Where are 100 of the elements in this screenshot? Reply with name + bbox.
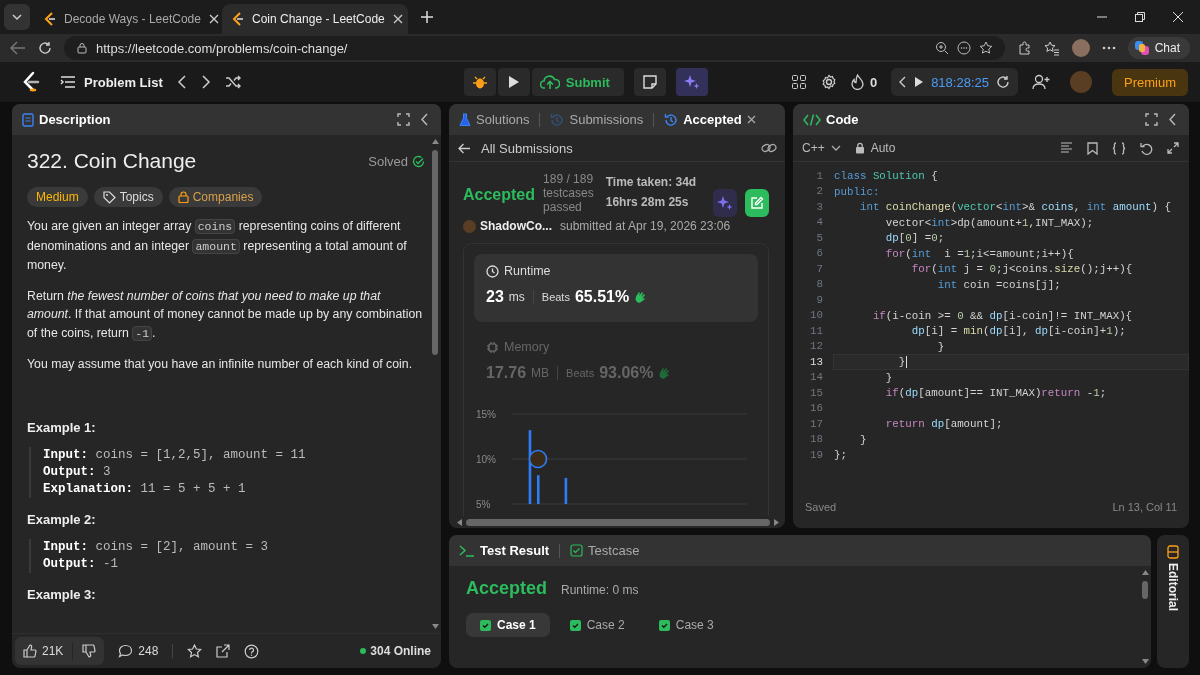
collapse-icon[interactable]	[1168, 113, 1177, 126]
close-icon[interactable]	[392, 14, 403, 24]
zoom-icon[interactable]	[934, 41, 949, 55]
metric-card[interactable]: Runtime 23 ms Beats 65.51%	[474, 254, 758, 322]
star-icon[interactable]	[978, 41, 993, 55]
code-line[interactable]: class Solution {	[833, 168, 1189, 184]
submit-button[interactable]: Submit	[531, 68, 624, 96]
code-line[interactable]: if(i-coin >= 0 && dp[i-coin]!= INT_MAX){	[833, 307, 1189, 323]
scrollbar-thumb[interactable]	[1142, 581, 1148, 599]
back-icon[interactable]	[10, 41, 26, 55]
panel-tab[interactable]: Description	[22, 112, 111, 127]
browser-tab[interactable]: Decode Ways - LeetCode	[34, 4, 220, 34]
edit-button[interactable]	[745, 189, 769, 217]
code-line[interactable]: if(dp[amount]== INT_MAX)return -1;	[833, 385, 1189, 401]
menu-icon[interactable]	[1101, 46, 1116, 50]
arrow-right-icon[interactable]	[774, 518, 779, 526]
code-line[interactable]: int coinChange(vector<int>& coins, int amount) {	[833, 199, 1189, 215]
code-line[interactable]: };	[833, 447, 1189, 463]
code-line[interactable]: }	[833, 369, 1189, 385]
puzzle-icon[interactable]	[1016, 40, 1032, 56]
profile-avatar[interactable]	[1071, 39, 1090, 57]
fullscreen-icon[interactable]	[397, 113, 410, 126]
chevron-right-icon[interactable]	[200, 75, 211, 89]
layout-icon[interactable]	[790, 74, 807, 90]
code-line[interactable]: int coin =coins[j];	[833, 276, 1189, 292]
format-icon[interactable]	[1060, 142, 1073, 154]
arrow-up-icon[interactable]	[431, 139, 439, 144]
tab-list-button[interactable]	[4, 4, 30, 30]
code-line[interactable]: dp[0] =0;	[833, 230, 1189, 246]
code-line[interactable]: for(int i =1;i<=amount;i++){	[833, 245, 1189, 261]
arrow-down-icon[interactable]	[1141, 659, 1149, 664]
case-tab[interactable]: Case 3	[644, 613, 728, 637]
auto-mode-toggle[interactable]: Auto	[854, 141, 896, 155]
code-line[interactable]: public:	[833, 183, 1189, 199]
favorites-icon[interactable]	[1043, 40, 1060, 56]
reset-icon[interactable]	[996, 75, 1010, 89]
collapse-icon[interactable]	[420, 113, 429, 126]
logo-icon[interactable]	[22, 71, 40, 93]
panel-tab[interactable]: Test Result	[459, 543, 550, 558]
chevron-left-icon[interactable]	[899, 76, 908, 88]
code-line[interactable]: vector<int>dp(amount+1,INT_MAX);	[833, 214, 1189, 230]
like-dislike-control[interactable]: 21K	[15, 637, 105, 665]
scrollbar-thumb[interactable]	[432, 150, 438, 355]
streak-counter[interactable]: 0	[850, 74, 878, 90]
braces-icon[interactable]	[1112, 141, 1126, 155]
add-friend-icon[interactable]	[1032, 74, 1050, 90]
panel-tab[interactable]: Submissions	[550, 112, 644, 127]
code-line[interactable]: for(int j = 0;j<coins.size();j++){	[833, 261, 1189, 277]
run-button[interactable]	[497, 68, 530, 96]
shuffle-icon[interactable]	[224, 75, 241, 89]
help-icon[interactable]	[244, 643, 260, 659]
note-button[interactable]	[633, 68, 666, 96]
bookmark-icon[interactable]	[1087, 141, 1098, 155]
debug-button[interactable]	[463, 68, 496, 96]
arrow-up-icon[interactable]	[1141, 570, 1149, 575]
scrollbar-thumb[interactable]	[466, 518, 770, 526]
code-line[interactable]: }	[833, 431, 1189, 447]
code-line[interactable]: }	[833, 338, 1189, 354]
language-dropdown[interactable]: C++	[802, 141, 841, 155]
panel-tab[interactable]: Accepted	[664, 112, 756, 127]
code-line[interactable]: dp[i] = min(dp[i], dp[i-coin]+1);	[833, 323, 1189, 339]
arrow-down-icon[interactable]	[431, 624, 439, 629]
chat-button[interactable]: Chat	[1127, 37, 1190, 59]
ai-analyze-button[interactable]	[713, 189, 738, 217]
premium-button[interactable]: Premium	[1112, 68, 1188, 96]
browser-tab[interactable]: Coin Change - LeetCode	[222, 4, 408, 34]
fullscreen-icon[interactable]	[1145, 113, 1158, 126]
expand-icon[interactable]	[1167, 142, 1179, 154]
star-icon[interactable]	[187, 643, 203, 659]
all-submissions-link[interactable]: All Submissions	[458, 140, 573, 156]
settings-icon[interactable]	[820, 74, 837, 90]
panel-tab[interactable]: Solutions	[459, 112, 530, 127]
new-tab-icon[interactable]	[420, 10, 434, 24]
address-bar[interactable]: https://leetcode.com/problems/coin-change/	[64, 36, 1005, 60]
problem-list-button[interactable]: Problem List	[60, 74, 163, 90]
code-line[interactable]: return dp[amount];	[833, 416, 1189, 432]
thumbs-down-icon[interactable]	[82, 644, 97, 658]
username[interactable]: ShadowCo...	[480, 219, 552, 233]
editorial-tab[interactable]: Editorial	[1157, 535, 1189, 668]
case-tab[interactable]: Case 1	[466, 613, 550, 637]
tag-button[interactable]: Topics	[93, 187, 163, 207]
close-icon[interactable]	[208, 14, 219, 24]
close-icon[interactable]	[746, 115, 756, 124]
chevron-left-icon[interactable]	[176, 75, 187, 89]
panel-tab[interactable]: Testcase	[570, 543, 640, 558]
reload-icon[interactable]	[38, 41, 52, 55]
ai-button[interactable]	[675, 68, 708, 96]
panel-tab[interactable]: Code	[803, 112, 859, 127]
maximize-icon[interactable]	[1134, 11, 1146, 23]
case-tab[interactable]: Case 2	[555, 613, 639, 637]
comments-button[interactable]: 248	[118, 644, 159, 658]
arrow-left-icon[interactable]	[457, 518, 462, 526]
share-icon[interactable]	[216, 644, 231, 658]
link-icon[interactable]	[761, 141, 777, 155]
undo-icon[interactable]	[1140, 141, 1153, 155]
thumbs-up-icon[interactable]	[23, 644, 37, 658]
timer-control[interactable]: 818:28:25	[891, 68, 1018, 96]
tag-button[interactable]: Companies	[168, 187, 263, 207]
more-icon[interactable]	[956, 41, 971, 55]
play-icon[interactable]	[914, 76, 925, 88]
